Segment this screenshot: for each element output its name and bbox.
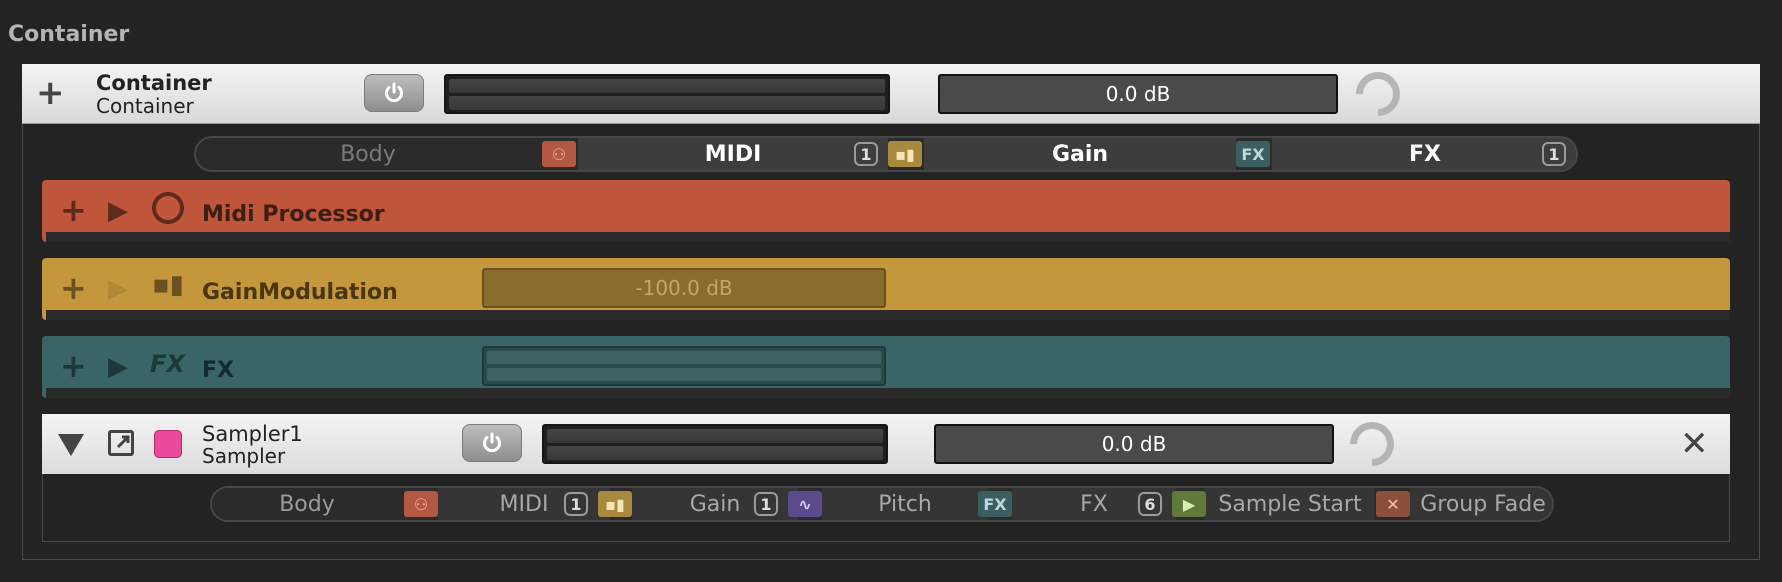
- group-fade-icon: ✕: [1376, 491, 1410, 517]
- add-midi-icon[interactable]: +: [60, 194, 87, 226]
- midi-chip-icon: ⚇: [542, 141, 576, 167]
- pitch-wave-icon: ∿: [788, 491, 822, 517]
- container-type: Container: [96, 94, 194, 118]
- tab-sample-start[interactable]: Sample Start: [1206, 488, 1374, 520]
- tab-group-fade[interactable]: Group Fade: [1410, 488, 1552, 520]
- container-name: Container: [96, 71, 212, 95]
- power-icon: [385, 82, 403, 103]
- tab-gain-label: Gain: [689, 491, 741, 517]
- fx-count-badge: 1: [1542, 142, 1566, 166]
- tab-sample-start-label: Sample Start: [1218, 491, 1362, 517]
- add-gain-icon[interactable]: +: [60, 272, 87, 304]
- tab-fx[interactable]: FX: [1272, 138, 1576, 170]
- sampler-tabbar: Body ⚇ MIDI 1 ▪▮ Gain 1 ∿ Pitch FX FX 6 …: [210, 486, 1554, 522]
- bypass-power-button[interactable]: [364, 74, 424, 112]
- container-tabbar: Body ⚇ MIDI 1 ▪▮ Gain FX FX 1: [194, 136, 1578, 172]
- fx-meter: [482, 346, 886, 386]
- fx-count-badge: 6: [1138, 492, 1162, 516]
- close-icon[interactable]: ✕: [1680, 424, 1709, 464]
- section-title: Container: [8, 22, 130, 47]
- fx-chip-icon: FX: [1236, 141, 1270, 167]
- sampler-header[interactable]: Sampler1 Sampler 0.0 dB ✕: [42, 412, 1730, 476]
- tab-midi[interactable]: MIDI: [578, 138, 888, 170]
- gain-modulation-label: GainModulation: [202, 280, 398, 305]
- play-icon[interactable]: ▶: [108, 196, 128, 226]
- midi-chip-icon: ⚇: [404, 491, 438, 517]
- tab-midi-label: MIDI: [704, 141, 762, 167]
- add-fx-icon[interactable]: +: [60, 350, 87, 382]
- midi-port-icon: [152, 192, 184, 224]
- gain-modulation-slider[interactable]: -100.0 dB: [482, 268, 886, 308]
- pan-knob[interactable]: [1346, 62, 1410, 126]
- arrow-out-icon: [116, 435, 130, 449]
- fx-label: FX: [202, 358, 234, 383]
- add-icon[interactable]: +: [36, 76, 65, 110]
- tab-gain[interactable]: Gain: [924, 138, 1236, 170]
- gain-chip-icon: ▪▮: [598, 491, 632, 517]
- power-icon: [483, 432, 501, 453]
- fx-chip-icon: FX: [978, 491, 1012, 517]
- play-icon[interactable]: ▶: [108, 352, 128, 382]
- sampler-bypass-button[interactable]: [462, 424, 522, 462]
- gain-count-badge: 1: [754, 492, 778, 516]
- tab-midi-label: MIDI: [499, 491, 549, 517]
- level-meter: [444, 74, 890, 114]
- tab-group-fade-label: Group Fade: [1420, 491, 1546, 517]
- gain-slider[interactable]: 0.0 dB: [938, 74, 1338, 114]
- sampler-type: Sampler: [202, 444, 286, 468]
- tab-pitch[interactable]: Pitch: [822, 488, 988, 520]
- fx-row[interactable]: + ▶ FX FX: [42, 336, 1730, 398]
- sampler-level-meter: [542, 424, 888, 464]
- sample-start-icon: ▶: [1172, 491, 1206, 517]
- tab-fx-label: FX: [1409, 141, 1441, 167]
- midi-processor-label: Midi Processor: [202, 202, 385, 227]
- midi-processor-row[interactable]: + ▶ Midi Processor: [42, 180, 1730, 242]
- sampler-gain-slider[interactable]: 0.0 dB: [934, 424, 1334, 464]
- sampler-color-swatch[interactable]: [154, 430, 182, 458]
- sampler-pan-knob[interactable]: [1340, 412, 1404, 476]
- gain-chip-icon: ▪▮: [888, 141, 922, 167]
- tab-gain-label: Gain: [1051, 141, 1109, 167]
- midi-count-badge: 1: [564, 492, 588, 516]
- fx-icon: FX: [150, 350, 185, 378]
- play-icon[interactable]: ▶: [108, 274, 128, 304]
- gain-bars-icon: ▪▮: [152, 270, 184, 300]
- popout-icon[interactable]: [108, 430, 134, 456]
- tab-fx-label: FX: [1080, 491, 1108, 517]
- collapse-arrow-icon[interactable]: [58, 434, 84, 456]
- midi-count-badge: 1: [854, 142, 878, 166]
- sampler-name: Sampler1: [202, 422, 303, 446]
- tab-body[interactable]: Body: [196, 138, 540, 170]
- tab-body[interactable]: Body: [212, 488, 402, 520]
- gain-modulation-row[interactable]: + ▶ ▪▮ GainModulation -100.0 dB: [42, 258, 1730, 320]
- container-header[interactable]: + Container Container 0.0 dB: [22, 62, 1760, 126]
- tab-pitch-label: Pitch: [878, 491, 932, 517]
